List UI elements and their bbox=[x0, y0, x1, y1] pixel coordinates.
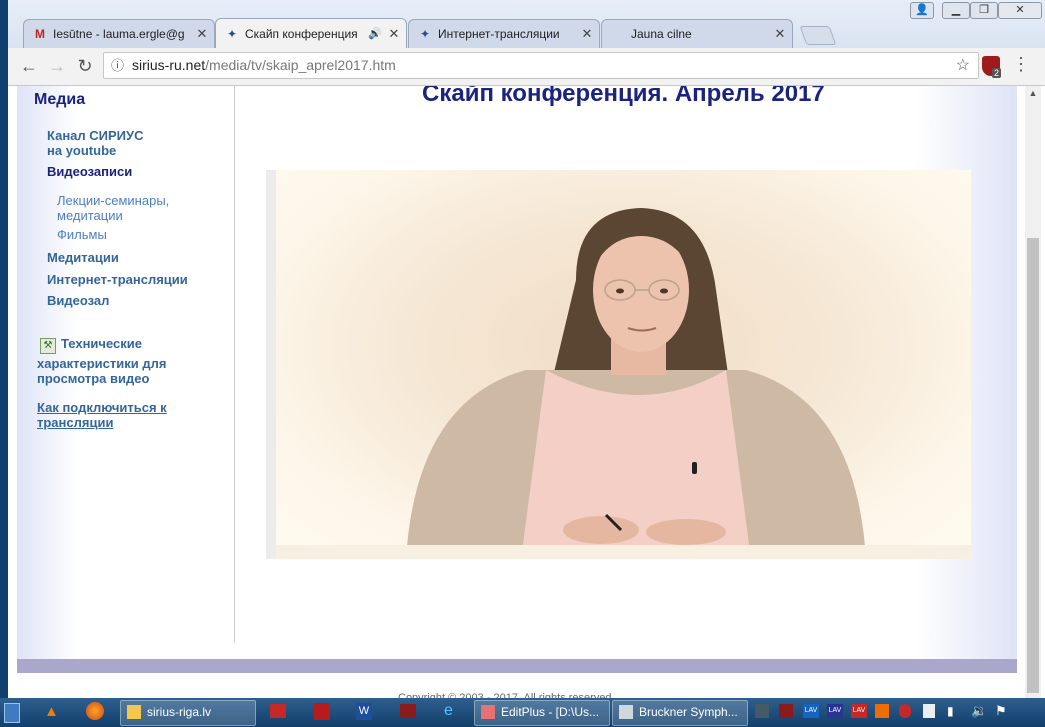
taskbar-item-editplus[interactable]: EditPlus - [D:\Us... bbox=[474, 700, 610, 726]
maximize-button[interactable]: ❐ bbox=[970, 2, 998, 19]
tab-new[interactable]: Jauna cilne ✕ bbox=[601, 19, 793, 48]
connect-broadcast-link[interactable]: трансляции bbox=[37, 415, 113, 430]
page-content: Медиа Канал СИРИУС на youtube Видеозапис… bbox=[8, 86, 1045, 698]
sidebar-item-video-hall[interactable]: Видеозал bbox=[47, 293, 109, 308]
tab-label: Iesūtne - lauma.ergle@g bbox=[53, 27, 185, 41]
network-icon[interactable]: ▮ bbox=[947, 704, 954, 718]
system-tray: LAV LAV LAV ▮ 🔉 ⚑ bbox=[755, 702, 1035, 722]
tab-close-icon[interactable]: ✕ bbox=[386, 26, 402, 42]
media-player-icon bbox=[619, 705, 633, 719]
url-host: sirius-ru.net bbox=[132, 57, 206, 73]
tech-specs-text[interactable]: Технические bbox=[61, 336, 142, 351]
back-arrow-icon[interactable]: ← bbox=[18, 55, 40, 77]
sidebar-title: Медиа bbox=[34, 91, 86, 108]
bookmark-star-icon[interactable]: ☆ bbox=[956, 53, 970, 78]
tools-icon: ⚒ bbox=[40, 338, 56, 354]
browser-menu-icon[interactable]: ⋮ bbox=[1012, 54, 1030, 75]
page-title: Скайп конференция. Апрель 2017 bbox=[422, 86, 825, 107]
sidebar-item-sirius-channel[interactable]: Канал СИРИУС bbox=[47, 128, 144, 143]
sidebar-item-videos[interactable]: Видеозаписи bbox=[47, 164, 132, 179]
sidebar-item-youtube[interactable]: на youtube bbox=[47, 143, 116, 158]
close-window-button[interactable]: ✕ bbox=[998, 2, 1042, 19]
sidebar-item-lectures-meditations[interactable]: медитации bbox=[57, 208, 123, 223]
scrollbar-thumb[interactable] bbox=[1027, 238, 1039, 693]
tab-internet-broadcasts[interactable]: ✦ Интернет-трансляции ✕ bbox=[408, 19, 600, 48]
action-center-flag-icon[interactable]: ⚑ bbox=[995, 703, 1007, 719]
info-icon[interactable]: ⓘ bbox=[111, 53, 124, 78]
tray-app-icon[interactable] bbox=[875, 704, 889, 718]
sidebar-item-internet-broadcasts[interactable]: Интернет-трансляции bbox=[47, 272, 188, 287]
taskbar-item-label: EditPlus - [D:\Us... bbox=[501, 705, 600, 719]
forward-arrow-icon[interactable]: → bbox=[46, 55, 68, 77]
sidebar-item-meditations[interactable]: Медитации bbox=[47, 250, 119, 265]
gmail-icon: M bbox=[35, 27, 45, 41]
sirius-icon: ✦ bbox=[419, 27, 431, 41]
taskbar-item-folder[interactable]: sirius-riga.lv bbox=[120, 700, 256, 726]
new-tab-button[interactable] bbox=[799, 26, 837, 45]
minimize-button[interactable]: ▁ bbox=[942, 2, 970, 19]
browser-window: M Iesūtne - lauma.ergle@g ✕ ✦ Скайп конф… bbox=[8, 0, 1045, 698]
start-button[interactable] bbox=[4, 703, 20, 723]
lav-filter-icon[interactable]: LAV bbox=[851, 704, 867, 718]
scroll-up-arrow-icon[interactable]: ▲ bbox=[1025, 88, 1041, 98]
editplus-icon bbox=[481, 705, 495, 719]
sidebar-item-films[interactable]: Фильмы bbox=[57, 227, 107, 242]
reload-icon[interactable]: ↻ bbox=[74, 55, 96, 77]
tab-close-icon[interactable]: ✕ bbox=[194, 26, 210, 42]
address-bar[interactable]: ⓘ sirius-ru.net/media/tv/skaip_aprel2017… bbox=[103, 52, 979, 79]
url-text: sirius-ru.net/media/tv/skaip_aprel2017.h… bbox=[132, 53, 396, 78]
vlc-icon[interactable]: ▲ bbox=[44, 703, 59, 720]
browser-toolbar: ← → ↻ ⓘ sirius-ru.net/media/tv/skaip_apr… bbox=[8, 48, 1045, 86]
sirius-icon: ✦ bbox=[226, 26, 238, 41]
tech-specs-text[interactable]: просмотра видео bbox=[37, 371, 149, 386]
media-app-icon[interactable] bbox=[400, 704, 416, 718]
folder-icon bbox=[127, 705, 141, 719]
taskbar: ▲ sirius-riga.lv W e EditPlus - [D:\Us..… bbox=[0, 698, 1045, 727]
camera-app-icon[interactable] bbox=[270, 704, 286, 718]
tab-skype-conference[interactable]: ✦ Скайп конференция 🔊 ✕ bbox=[215, 18, 407, 48]
internet-explorer-icon[interactable]: e bbox=[444, 702, 453, 720]
tab-gmail[interactable]: M Iesūtne - lauma.ergle@g ✕ bbox=[23, 19, 215, 48]
usb-icon[interactable] bbox=[923, 704, 935, 718]
taskbar-item-label: sirius-riga.lv bbox=[147, 705, 212, 719]
tab-strip: M Iesūtne - lauma.ergle@g ✕ ✦ Скайп конф… bbox=[8, 0, 1045, 48]
sidebar-divider bbox=[234, 86, 235, 643]
sidebar-item-lectures[interactable]: Лекции-семинары, bbox=[57, 193, 169, 208]
monitor-icon[interactable] bbox=[755, 704, 769, 718]
tab-close-icon[interactable]: ✕ bbox=[579, 26, 595, 42]
firefox-icon[interactable] bbox=[86, 702, 104, 720]
volume-icon[interactable]: 🔉 bbox=[971, 703, 987, 719]
speaker-icon[interactable]: 🔊 bbox=[368, 27, 382, 40]
speaker-video-frame bbox=[276, 208, 971, 559]
tech-specs-text[interactable]: характеристики для bbox=[37, 356, 166, 371]
tab-close-icon[interactable]: ✕ bbox=[772, 26, 788, 42]
user-profile-icon[interactable]: 👤 bbox=[910, 2, 934, 19]
lav-filter-icon[interactable]: LAV bbox=[827, 704, 843, 718]
connect-broadcast-link[interactable]: Как подключиться к bbox=[37, 400, 167, 415]
word-icon[interactable]: W bbox=[356, 703, 372, 720]
media-tray-icon[interactable] bbox=[779, 704, 793, 718]
tab-label: Интернет-трансляции bbox=[438, 27, 560, 41]
lav-filter-icon[interactable]: LAV bbox=[803, 704, 819, 718]
antivirus-icon[interactable] bbox=[899, 704, 911, 718]
tab-label: Jauna cilne bbox=[631, 27, 692, 41]
video-player[interactable] bbox=[276, 170, 971, 559]
taskbar-item-media-player[interactable]: Bruckner Symph... bbox=[612, 700, 748, 726]
extension-badge: 2 bbox=[992, 68, 1002, 78]
url-path: /media/tv/skaip_aprel2017.htm bbox=[205, 57, 396, 73]
pdf-reader-icon[interactable] bbox=[314, 703, 330, 720]
tab-label: Скайп конференция bbox=[245, 26, 358, 41]
taskbar-item-label: Bruckner Symph... bbox=[639, 705, 738, 719]
footer-bar bbox=[17, 659, 1017, 673]
